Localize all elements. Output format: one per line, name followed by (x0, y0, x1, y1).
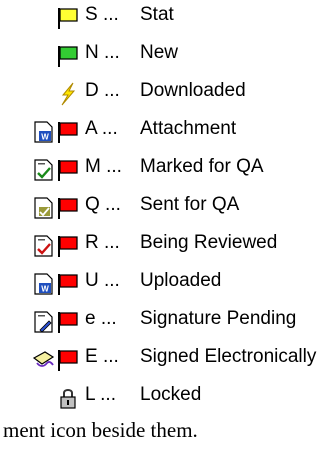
legend-code: E ... (85, 346, 119, 367)
caption-text: ment icon beside them. (3, 418, 198, 442)
red-flag-icon (57, 120, 79, 144)
legend-code: e ... (85, 308, 117, 329)
legend-row-downloaded: D ... Downloaded (0, 76, 335, 114)
svg-text:W: W (41, 133, 49, 142)
legend-row-uploaded: W U ... Uploaded (0, 266, 335, 304)
legend-label: Attachment (140, 118, 237, 139)
legend-label: New (140, 42, 179, 63)
legend-row-attachment: W A ... Attachment (0, 114, 335, 152)
legend-code: N ... (85, 42, 120, 63)
legend-code: U ... (85, 270, 120, 291)
legend-row-sent-for-qa: Q ... Sent for QA (0, 190, 335, 228)
red-flag-icon (57, 310, 79, 334)
legend-code: S ... (85, 4, 119, 25)
legend-row-locked: L ... Locked (0, 380, 335, 418)
legend-row-stat: S ... Stat (0, 0, 335, 38)
legend-code: D ... (85, 80, 120, 101)
word-document-icon: W (33, 120, 55, 144)
legend-row-signature-pending: e ... Signature Pending (0, 304, 335, 342)
legend-row-marked-for-qa: M ... Marked for QA (0, 152, 335, 190)
review-document-icon (33, 234, 55, 258)
legend-label: Downloaded (140, 80, 246, 101)
svg-text:W: W (41, 285, 49, 294)
red-flag-icon (57, 272, 79, 296)
red-flag-icon (57, 234, 79, 258)
legend-label: Marked for QA (140, 156, 264, 177)
pending-document-icon (33, 310, 55, 334)
legend-label: Signature Pending (140, 308, 297, 329)
legend-row-signed-electronically: E ... Signed Electronically (0, 342, 335, 380)
legend-code: Q ... (85, 194, 121, 215)
lock-icon (57, 386, 79, 410)
legend-code: A ... (85, 118, 118, 139)
lightning-icon (57, 82, 79, 106)
red-flag-icon (57, 196, 79, 220)
yellow-flag-icon (57, 6, 79, 30)
legend-row-new: N ... New (0, 38, 335, 76)
legend-label: Uploaded (140, 270, 222, 291)
word-document-icon: W (33, 272, 55, 296)
green-flag-icon (57, 44, 79, 68)
qa-document-icon (33, 196, 55, 220)
legend-label: Stat (140, 4, 174, 25)
legend-label: Being Reviewed (140, 232, 278, 253)
legend-row-being-reviewed: R ... Being Reviewed (0, 228, 335, 266)
legend-code: R ... (85, 232, 120, 253)
legend-label: Sent for QA (140, 194, 240, 215)
red-flag-icon (57, 348, 79, 372)
signature-pen-icon (33, 348, 55, 372)
legend-label: Signed Electronically (140, 346, 317, 367)
marked-document-icon (33, 158, 55, 182)
legend-label: Locked (140, 384, 202, 405)
red-flag-icon (57, 158, 79, 182)
legend-code: M ... (85, 156, 122, 177)
legend-code: L ... (85, 384, 116, 405)
